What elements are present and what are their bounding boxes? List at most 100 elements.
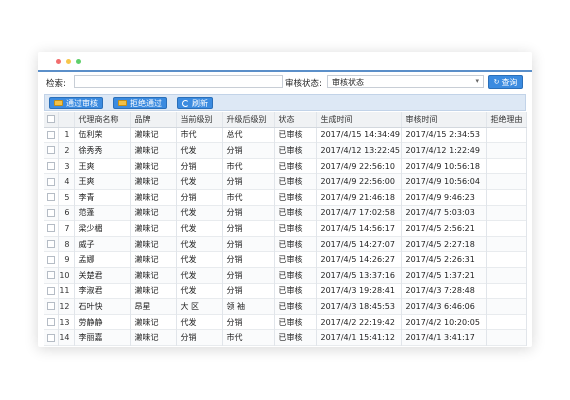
current-level-cell: 代发 xyxy=(176,142,223,159)
row-checkbox[interactable] xyxy=(44,127,59,143)
table-row[interactable]: 11 李淑君 濑味记 代发 分销 已审核 2017/4/3 19:28:41 2017/4/3… xyxy=(44,283,527,299)
review-time-cell: 2017/4/3 6:46:06 xyxy=(401,298,487,315)
review-time-cell: 2017/4/3 7:28:48 xyxy=(401,283,487,299)
status-filter-select[interactable]: 审核状态 ▾ xyxy=(327,75,484,88)
review-time-cell: 2017/4/9 10:56:04 xyxy=(401,173,487,190)
review-time-cell: 2017/4/1 3:41:17 xyxy=(401,329,487,346)
table-row[interactable]: 3 王爽 濑味记 分销 市代 已审核 2017/4/9 22:56:10 2017/4/9 1… xyxy=(44,158,527,174)
row-checkbox[interactable] xyxy=(44,205,59,221)
maximize-window-dot[interactable] xyxy=(76,59,81,64)
row-number: 5 xyxy=(58,189,75,206)
table-row[interactable]: 5 李青 濑味记 分销 市代 已审核 2017/4/9 21:46:18 2017/4/9 9… xyxy=(44,189,527,206)
refresh-button[interactable]: 刷新 xyxy=(177,97,213,109)
table-row[interactable]: 8 威子 濑味记 代发 分销 已审核 2017/4/5 14:27:07 2017/4/5 2… xyxy=(44,236,527,252)
created-time-cell: 2017/4/1 15:41:12 xyxy=(316,329,402,346)
reject-reason-cell xyxy=(486,158,527,174)
table-row[interactable]: 4 王爽 濑味记 代发 分销 已审核 2017/4/9 22:56:00 2017/4/9 1… xyxy=(44,173,527,190)
review-time-cell: 2017/4/9 9:46:23 xyxy=(401,189,487,206)
row-checkbox[interactable] xyxy=(44,329,59,346)
table-row[interactable]: 2 徐秀秀 濑味记 代发 分销 已审核 2017/4/12 13:22:45 2017/4/1… xyxy=(44,142,527,159)
brand-cell: 濑味记 xyxy=(130,329,177,346)
column-header-reject-reason[interactable]: 拒绝理由 xyxy=(486,112,527,128)
current-level-cell: 代发 xyxy=(176,236,223,252)
row-checkbox[interactable] xyxy=(44,173,59,190)
created-time-cell: 2017/4/2 22:19:42 xyxy=(316,314,402,330)
chevron-down-icon: ▾ xyxy=(475,77,479,85)
status-cell: 已审核 xyxy=(274,158,317,174)
reject-reason-cell xyxy=(486,329,527,346)
created-time-cell: 2017/4/9 22:56:10 xyxy=(316,158,402,174)
row-number: 2 xyxy=(58,142,75,159)
reject-reason-cell xyxy=(486,283,527,299)
search-input[interactable] xyxy=(74,75,283,88)
table-row[interactable]: 12 石叶快 昂星大 区领 袖已审核 2017/4/3 18:45:53 2017/4/… xyxy=(44,298,527,315)
column-header-created-time[interactable]: 生成时间 xyxy=(316,112,402,128)
reject-reason-cell xyxy=(486,127,527,143)
column-header-agent[interactable]: 代理商名称 xyxy=(74,112,131,128)
row-checkbox[interactable] xyxy=(44,298,59,315)
ticket-icon xyxy=(118,100,127,106)
row-checkbox[interactable] xyxy=(44,142,59,159)
review-time-cell: 2017/4/5 2:27:18 xyxy=(401,236,487,252)
search-label: 检索: xyxy=(46,79,66,89)
reject-reason-cell xyxy=(486,267,527,284)
upgraded-level-cell: 分销 xyxy=(222,236,275,252)
review-time-cell: 2017/4/5 1:37:21 xyxy=(401,267,487,284)
row-number: 6 xyxy=(58,205,75,221)
column-header-upgraded-level[interactable]: 升级后级别 xyxy=(222,112,275,128)
table-row[interactable]: 6 范蓬 濑味记 代发 分销 已审核 2017/4/7 17:02:58 2017/4/7 5… xyxy=(44,205,527,221)
created-time-cell: 2017/4/5 14:26:27 xyxy=(316,251,402,268)
status-filter-label: 审核状态: xyxy=(285,79,322,89)
upgraded-level-cell: 市代 xyxy=(222,189,275,206)
brand-cell: 濑味记 xyxy=(130,314,177,330)
row-number: 3 xyxy=(58,158,75,174)
created-time-cell: 2017/4/9 21:46:18 xyxy=(316,189,402,206)
row-checkbox[interactable] xyxy=(44,189,59,206)
row-checkbox[interactable] xyxy=(44,283,59,299)
review-time-cell: 2017/4/5 2:56:21 xyxy=(401,220,487,237)
table-row[interactable]: 14 李丽嘉 濑味记 分销 市代 已审核 2017/4/1 15:41:12 2017/4/1… xyxy=(44,329,527,346)
minimize-window-dot[interactable] xyxy=(66,59,71,64)
status-cell: 已审核 xyxy=(274,127,317,143)
created-time-cell: 2017/4/5 14:27:07 xyxy=(316,236,402,252)
query-button[interactable]: ↻ 查询 xyxy=(488,75,523,89)
row-checkbox[interactable] xyxy=(44,158,59,174)
current-level-cell: 代发 xyxy=(176,314,223,330)
row-checkbox[interactable] xyxy=(44,236,59,252)
table-row[interactable]: 10 关楚君 濑味记 代发 分销 已审核 2017/4/5 13:37:16 2017/4/5… xyxy=(44,267,527,284)
row-number: 11 xyxy=(58,283,75,299)
created-time-cell: 2017/4/5 14:56:17 xyxy=(316,220,402,237)
query-button-label: 查询 xyxy=(501,77,518,87)
row-checkbox[interactable] xyxy=(44,314,59,330)
close-window-dot[interactable] xyxy=(56,59,61,64)
column-header-review-time[interactable]: 审核时间 xyxy=(401,112,487,128)
upgraded-level-cell: 分销 xyxy=(222,251,275,268)
reject-reason-cell xyxy=(486,220,527,237)
app-window: 检索: 审核状态: 审核状态 ▾ ↻ 查询 通过审核 拒绝通过 刷新 代理商名称… xyxy=(38,52,532,347)
column-header-brand[interactable]: 品牌 xyxy=(130,112,177,128)
table-row[interactable]: 9 孟娜 濑味记 代发 分销 已审核 2017/4/5 14:26:27 2017/4/5 2… xyxy=(44,251,527,268)
reject-button[interactable]: 拒绝通过 xyxy=(113,97,167,109)
brand-cell: 濑味记 xyxy=(130,127,177,143)
row-checkbox[interactable] xyxy=(44,251,59,268)
row-checkbox[interactable] xyxy=(44,220,59,237)
table-row[interactable]: 1 伍利荣 濑味记 市代 总代 已审核 2017/4/15 14:34:49 2017/4/1… xyxy=(44,127,527,143)
brand-cell: 濑味记 xyxy=(130,205,177,221)
table-row[interactable]: 13 劳静静 濑味记 代发 分销 已审核 2017/4/2 22:19:42 2017/4/2… xyxy=(44,314,527,330)
created-time-cell: 2017/4/7 17:02:58 xyxy=(316,205,402,221)
approve-button-label: 通过审核 xyxy=(66,98,98,108)
ticket-icon xyxy=(54,100,63,106)
table-row[interactable]: 7 梁少楣 濑味记 代发 分销 已审核 2017/4/5 14:56:17 2017/4/5 … xyxy=(44,220,527,237)
agent-name-cell: 李淑君 xyxy=(74,283,131,299)
row-number: 10 xyxy=(58,267,75,284)
upgraded-level-cell: 分销 xyxy=(222,205,275,221)
row-checkbox[interactable] xyxy=(44,267,59,284)
column-header-current-level[interactable]: 当前级别 xyxy=(176,112,223,128)
column-header-status[interactable]: 状态 xyxy=(274,112,317,128)
status-cell: 已审核 xyxy=(274,314,317,330)
approve-button[interactable]: 通过审核 xyxy=(49,97,103,109)
row-number: 12 xyxy=(58,298,75,315)
select-all-checkbox[interactable] xyxy=(44,112,59,128)
created-time-cell: 2017/4/3 18:45:53 xyxy=(316,298,402,315)
review-time-cell: 2017/4/12 1:22:49 xyxy=(401,142,487,159)
